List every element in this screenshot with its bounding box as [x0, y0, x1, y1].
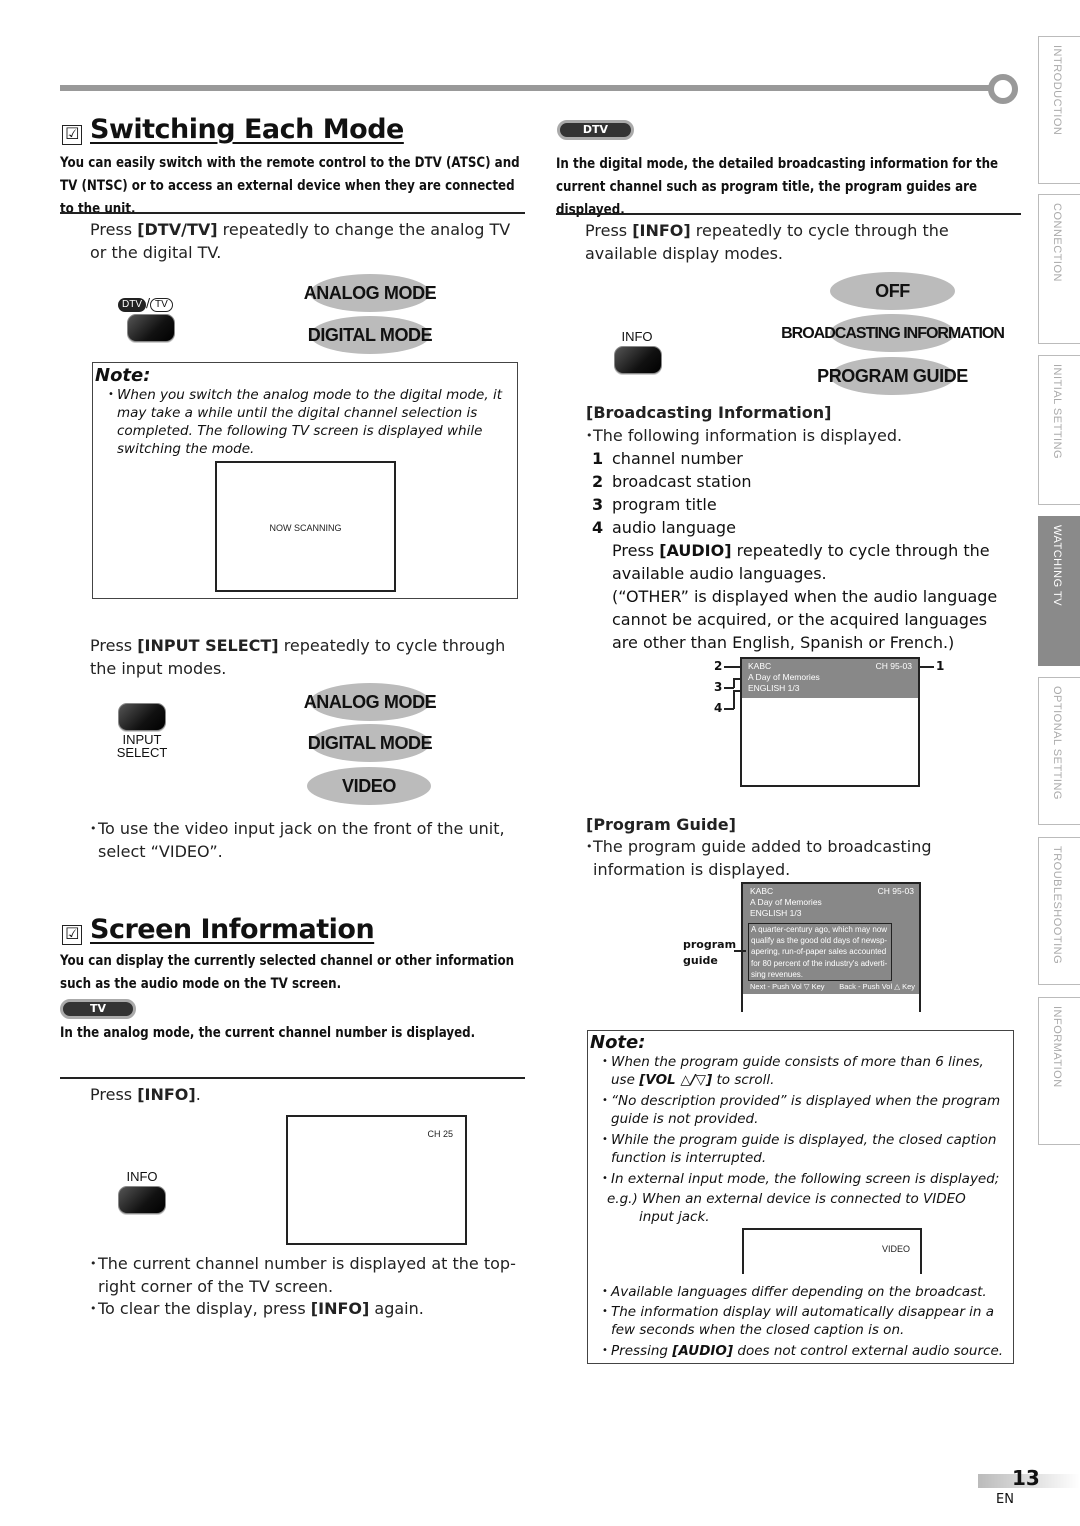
guide-footer-next: Next - Push Vol ▽ Key	[750, 982, 825, 991]
switching-note-box: Note: When you switch the analog mode to…	[92, 362, 518, 599]
channel-bullet: • The current channel number is displayed…	[90, 1254, 516, 1296]
language-code: EN	[996, 1492, 1014, 1507]
channel-number: CH 95-03	[877, 886, 914, 896]
broadcast-info-heading: [Broadcasting Information]	[586, 403, 832, 422]
note-item: While the program guide is displayed, th…	[602, 1131, 1006, 1167]
note-item: Pressing [AUDIO] does not control extern…	[602, 1342, 1006, 1360]
screen-info-step: Press [INFO].	[90, 1085, 201, 1104]
tv-screen-channel: CH 25	[286, 1115, 467, 1245]
list-item: 2 broadcast station	[592, 472, 752, 491]
note-item: When you switch the analog mode to the d…	[108, 386, 512, 458]
tv-screen-broadcast-info: KABC CH 95-03 A Day of Memories ENGLISH …	[740, 657, 920, 787]
callout-line	[918, 666, 934, 668]
callout-line	[733, 678, 742, 680]
dtv-tv-key-label: DTV / TV	[118, 292, 188, 312]
callout-line	[724, 666, 742, 668]
info-button-label: INFO	[126, 1169, 158, 1184]
broadcast-info-list: 1 channel number 2 broadcast station 3 prog…	[592, 447, 1002, 654]
divider	[60, 212, 525, 214]
side-tab-troubleshooting[interactable]: TROUBLESHOOTING	[1038, 837, 1080, 985]
clear-bullet: • To clear the display, press [INFO] agai…	[90, 1299, 424, 1318]
program-guide-bullet: • The program guide added to broadcasting…	[586, 837, 932, 879]
broadcast-info-bar: KABC CH 95-03 A Day of Memories ENGLISH …	[742, 659, 918, 698]
mode-pill-digital-2: DIGITAL MODE	[308, 724, 433, 762]
note-example: e.g.) When an external device is connect…	[607, 1191, 966, 1225]
tv-mode-badge: TV	[60, 999, 136, 1019]
callout-line	[733, 690, 742, 692]
other-language-note: (“OTHER” is displayed when the audio lan…	[612, 587, 998, 652]
screen-info-lead: You can display the currently selected c…	[60, 953, 515, 992]
mode-pill-broadcasting: BROADCASTING INFORMATION	[781, 314, 1005, 352]
switching-step2: Press [INPUT SELECT] repeatedly to cycle…	[90, 636, 506, 678]
info-button[interactable]	[118, 1186, 166, 1214]
note-heading: Note:	[590, 1032, 646, 1053]
side-tab-connection[interactable]: CONNECTION	[1038, 194, 1080, 344]
mode-pill-off: OFF	[830, 272, 955, 310]
dtv-mode-badge: DTV	[557, 120, 634, 140]
callout-1: 1	[936, 659, 945, 673]
mode-pill-digital: DIGITAL MODE	[308, 316, 433, 354]
header-ring-ornament	[988, 74, 1018, 104]
callout-line	[733, 690, 735, 709]
program-guide-text: A quarter-century ago, which may now qua…	[748, 923, 892, 981]
list-item: 4 audio language	[592, 518, 736, 537]
tv-screen-now-scanning: NOW SCANNING	[215, 461, 396, 592]
callout-line	[734, 950, 746, 952]
note-item: Available languages differ depending on …	[602, 1283, 1006, 1301]
audio-language: ENGLISH 1/3	[748, 683, 800, 693]
checkbox-icon: ☑	[62, 125, 82, 145]
input-select-label: INPUT SELECT	[116, 732, 168, 760]
dtv-info-button-label: INFO	[621, 329, 653, 344]
side-tab-introduction[interactable]: INTRODUCTION	[1038, 36, 1080, 184]
dtv-info-button[interactable]	[614, 346, 662, 374]
screen-info-title: ☑ Screen Information	[62, 914, 375, 945]
side-tab-optional-setting[interactable]: OPTIONAL SETTING	[1038, 677, 1080, 825]
program-guide-heading: [Program Guide]	[586, 815, 736, 834]
divider	[60, 1077, 525, 1079]
program-guide-callout-label: program guide	[683, 938, 737, 967]
note-item: “No description provided” is displayed w…	[602, 1092, 1006, 1128]
audio-instruction: Press [AUDIO] repeatedly to cycle throug…	[612, 541, 990, 583]
guide-footer-back: Back - Push Vol △ Key	[839, 982, 915, 991]
side-tab-information[interactable]: INFORMATION	[1038, 997, 1080, 1145]
mode-pill-analog: ANALOG MODE	[304, 274, 437, 312]
note-item: In external input mode, the following sc…	[602, 1170, 1006, 1188]
program-title: A Day of Memories	[750, 897, 822, 907]
dtv-tv-button[interactable]	[127, 314, 175, 342]
note-heading: Note:	[95, 365, 151, 386]
audio-language: ENGLISH 1/3	[750, 908, 802, 918]
checkbox-icon: ☑	[62, 925, 82, 945]
callout-line	[733, 678, 735, 688]
note-item: When the program guide consists of more …	[602, 1053, 1006, 1089]
note-item: The information display will automatical…	[602, 1303, 1006, 1339]
divider	[556, 213, 1021, 215]
video-bullet: • To use the video input jack on the fron…	[90, 819, 505, 861]
broadcast-bullet: • The following information is displayed.	[586, 426, 903, 445]
input-select-button[interactable]	[118, 703, 166, 731]
analog-mode-desc: In the analog mode, the current channel …	[60, 1025, 476, 1041]
dtv-lead: In the digital mode, the detailed broadc…	[556, 156, 999, 218]
callout-3: 3	[714, 680, 723, 694]
mode-pill-video: VIDEO	[307, 767, 431, 805]
callout-2: 2	[714, 659, 723, 673]
channel-number: CH 95-03	[875, 661, 912, 671]
switching-lead: You can easily switch with the remote co…	[60, 155, 520, 217]
list-item: 3 program title	[592, 495, 717, 514]
switching-step1: Press [DTV/TV] repeatedly to change the …	[90, 220, 511, 262]
tv-screen-video: VIDEO	[742, 1228, 922, 1274]
page-number: 13	[1012, 1466, 1040, 1490]
dtv-step: Press [INFO] repeatedly to cycle through…	[585, 221, 949, 263]
callout-4: 4	[714, 701, 723, 715]
side-tab-watching-tv[interactable]: WATCHING TV	[1038, 516, 1080, 666]
list-item: 1 channel number	[592, 449, 743, 468]
dtv-note-box: Note: When the program guide consists of…	[587, 1030, 1014, 1364]
side-tab-initial-setting[interactable]: INITIAL SETTING	[1038, 355, 1080, 505]
mode-pill-program-guide: PROGRAM GUIDE	[817, 357, 968, 395]
program-title: A Day of Memories	[748, 672, 820, 682]
mode-pill-analog-2: ANALOG MODE	[304, 683, 437, 721]
header-rule	[60, 85, 990, 91]
switching-section-title: ☑ Switching Each Mode	[62, 114, 404, 145]
tv-screen-program-guide: KABC CH 95-03 A Day of Memories ENGLISH …	[741, 882, 921, 1012]
